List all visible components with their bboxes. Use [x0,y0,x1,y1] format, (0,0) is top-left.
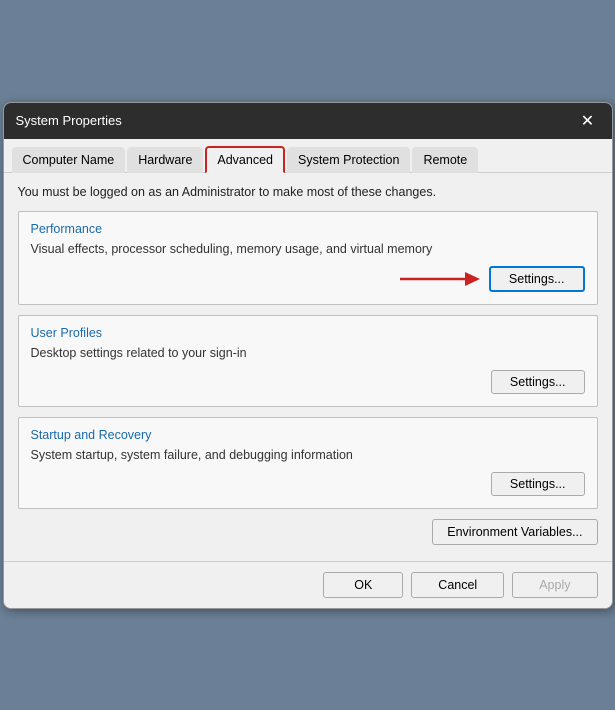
startup-recovery-footer: Settings... [31,472,585,496]
title-bar: System Properties ✕ [4,103,612,139]
startup-recovery-section: Startup and Recovery System startup, sys… [18,417,598,509]
admin-notice: You must be logged on as an Administrato… [18,185,598,199]
performance-settings-button[interactable]: Settings... [489,266,585,292]
dialog-buttons: OK Cancel Apply [323,572,597,598]
user-profiles-title: User Profiles [31,326,585,340]
env-variables-row: Environment Variables... [18,519,598,545]
tab-content: You must be logged on as an Administrato… [4,173,612,561]
performance-section: Performance Visual effects, processor sc… [18,211,598,305]
user-profiles-settings-button[interactable]: Settings... [491,370,585,394]
tab-hardware[interactable]: Hardware [127,147,203,173]
startup-recovery-title: Startup and Recovery [31,428,585,442]
tab-remote[interactable]: Remote [412,147,478,173]
user-profiles-desc: Desktop settings related to your sign-in [31,346,585,360]
user-profiles-footer: Settings... [31,370,585,394]
close-button[interactable]: ✕ [576,109,600,133]
environment-variables-button[interactable]: Environment Variables... [432,519,597,545]
arrow-indicator [395,264,485,294]
window-title: System Properties [16,113,122,128]
bottom-bar: OK Cancel Apply [4,561,612,608]
arrow-icon [395,264,485,294]
startup-recovery-settings-button[interactable]: Settings... [491,472,585,496]
tab-system-protection[interactable]: System Protection [287,147,410,173]
performance-desc: Visual effects, processor scheduling, me… [31,242,585,256]
tab-computer-name[interactable]: Computer Name [12,147,126,173]
tab-advanced[interactable]: Advanced [205,146,285,173]
ok-button[interactable]: OK [323,572,403,598]
apply-button[interactable]: Apply [512,572,597,598]
startup-recovery-desc: System startup, system failure, and debu… [31,448,585,462]
performance-title: Performance [31,222,585,236]
cancel-button[interactable]: Cancel [411,572,504,598]
system-properties-window: System Properties ✕ Computer Name Hardwa… [3,102,613,609]
performance-footer: Settings... [31,266,585,292]
user-profiles-section: User Profiles Desktop settings related t… [18,315,598,407]
tab-bar: Computer Name Hardware Advanced System P… [4,139,612,173]
